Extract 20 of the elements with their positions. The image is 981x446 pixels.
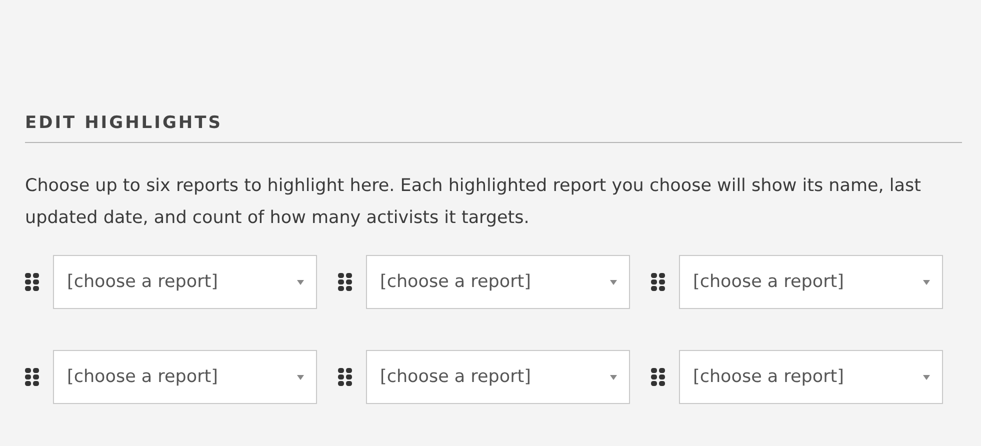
report-select[interactable]: [choose a report] (679, 255, 943, 309)
drag-handle-icon[interactable] (338, 273, 352, 291)
caret-icon (923, 280, 930, 284)
drag-handle-icon[interactable] (651, 368, 665, 386)
drag-handle-icon[interactable] (338, 368, 352, 386)
drag-handle-icon[interactable] (25, 368, 39, 386)
report-select[interactable]: [choose a report] (679, 350, 943, 404)
report-select[interactable]: [choose a report] (366, 350, 630, 404)
caret-icon (297, 374, 304, 380)
caret-icon (297, 280, 304, 284)
report-select[interactable]: [choose a report] (53, 350, 317, 404)
drag-handle-icon[interactable] (651, 273, 665, 291)
report-select[interactable]: [choose a report] (366, 255, 630, 309)
report-select[interactable]: [choose a report] (53, 255, 317, 309)
description-text: Choose up to six reports to highlight here. Each highlighted report you choose will show its name, last updated date, and count of how many activists it targets. (25, 175, 922, 230)
drag-handle-icon[interactable] (25, 273, 39, 291)
caret-icon (923, 374, 930, 380)
section-title: EDIT HIGHLIGHTS (25, 112, 224, 135)
caret-icon (610, 374, 617, 380)
caret-icon (610, 280, 617, 284)
